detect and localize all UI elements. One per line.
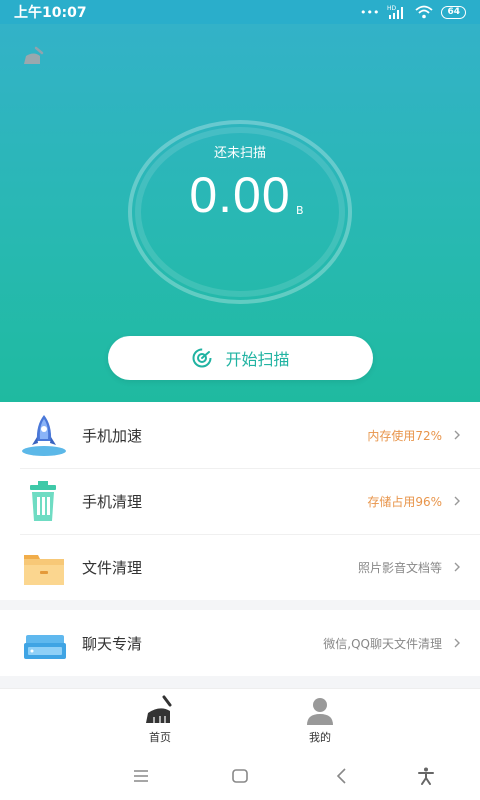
junk-size-value: 0.00 — [189, 167, 291, 223]
storage-usage-text: 存储占用96% — [367, 494, 442, 509]
chevron-right-icon — [454, 496, 460, 506]
chat-clean-section: 聊天专清 微信,QQ聊天文件清理 — [0, 610, 480, 676]
wifi-icon — [415, 5, 434, 19]
home-square-icon[interactable] — [230, 766, 250, 786]
folder-icon — [24, 555, 64, 585]
tab-home-label: 首页 — [149, 731, 171, 744]
chevron-right-icon — [454, 638, 460, 648]
list-item-file-clean[interactable]: 文件清理 照片影音文档等 — [0, 534, 480, 600]
list-item-title: 文件清理 — [82, 558, 143, 577]
accessibility-icon[interactable] — [416, 766, 436, 786]
tab-home[interactable]: 首页 — [130, 695, 190, 747]
scan-status-text: 还未扫描 — [213, 146, 266, 161]
start-scan-label: 开始扫描 — [225, 350, 290, 369]
bottom-tab-bar: 首页 我的 — [0, 688, 480, 752]
start-scan-button[interactable]: 开始扫描 — [108, 336, 373, 380]
list-item-phone-boost[interactable]: 手机加速 内存使用72% — [0, 402, 480, 468]
scan-target-icon — [192, 348, 212, 368]
chat-clean-detail: 微信,QQ聊天文件清理 — [323, 636, 442, 651]
chevron-right-icon — [454, 562, 460, 572]
broom-icon — [146, 695, 172, 723]
system-nav-bar — [0, 752, 480, 800]
feature-list: 手机加速 内存使用72% 手机清理 存储占用96% 文件清理 照片影音文档等 — [0, 402, 480, 600]
list-item-phone-clean[interactable]: 手机清理 存储占用96% — [0, 468, 480, 534]
list-item-title: 手机加速 — [82, 426, 143, 445]
menu-icon[interactable] — [131, 766, 151, 786]
chat-drawer-icon — [24, 635, 66, 659]
chevron-right-icon — [454, 430, 460, 440]
rocket-icon — [22, 415, 66, 456]
junk-size-unit: B — [296, 204, 304, 217]
broom-back-icon[interactable] — [22, 46, 46, 66]
trash-bin-icon — [30, 481, 56, 521]
memory-usage-text: 内存使用72% — [367, 428, 442, 443]
back-icon[interactable] — [332, 766, 352, 786]
network-type: HD — [387, 5, 397, 12]
user-icon — [307, 698, 333, 725]
status-icons: ••• HD 64 — [360, 5, 466, 19]
list-item-title: 手机清理 — [82, 492, 143, 511]
list-item-title: 聊天专清 — [82, 634, 143, 653]
section-divider — [0, 676, 480, 688]
tab-mine-label: 我的 — [309, 731, 331, 744]
section-divider — [0, 600, 480, 610]
file-types-text: 照片影音文档等 — [357, 560, 442, 575]
battery-indicator: 64 — [441, 5, 466, 19]
status-time: 上午10:07 — [14, 5, 87, 21]
list-item-chat-clean[interactable]: 聊天专清 微信,QQ聊天文件清理 — [0, 610, 480, 676]
signal-icon: HD — [387, 5, 404, 19]
more-dots-icon: ••• — [360, 5, 380, 19]
tab-mine[interactable]: 我的 — [290, 695, 350, 747]
status-bar: 上午10:07 ••• HD 64 — [0, 0, 480, 24]
